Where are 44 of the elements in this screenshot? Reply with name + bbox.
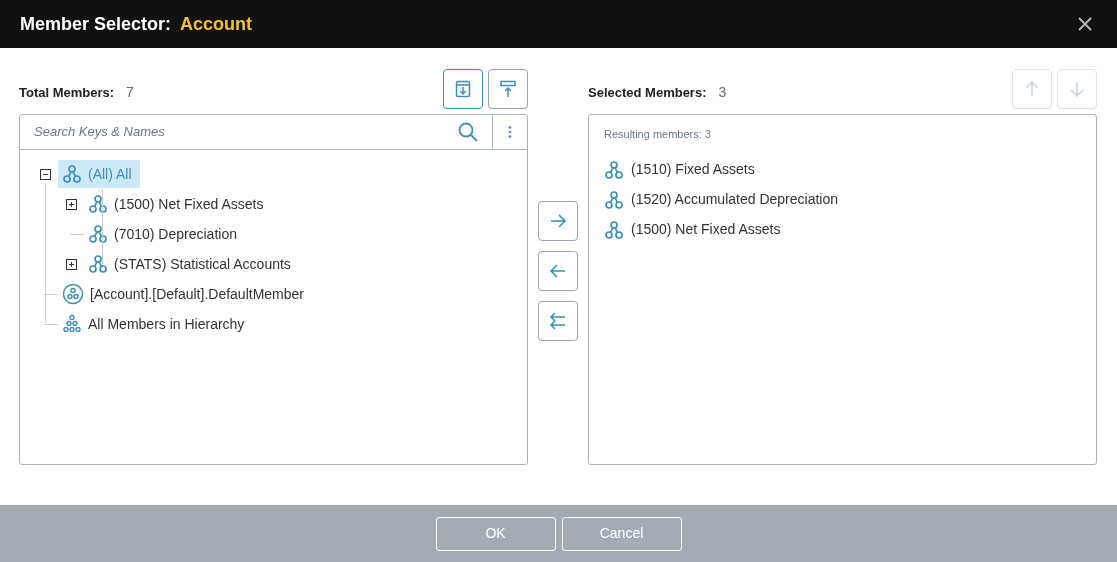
hierarchy-icon (88, 254, 108, 274)
search-input[interactable]: Search Keys & Names (34, 122, 458, 142)
tree-item[interactable]: All Members in Hierarchy (58, 310, 253, 338)
hierarchy-icon (88, 224, 108, 244)
selected-member[interactable]: (1510) Fixed Assets (604, 154, 1081, 185)
expand-toggle[interactable] (65, 258, 77, 270)
vertical-dots-icon (508, 126, 512, 138)
selected-member[interactable]: (1500) Net Fixed Assets (604, 214, 1081, 245)
collapse-toggle[interactable] (39, 168, 51, 180)
arrow-left-icon (549, 262, 567, 280)
download-icon (454, 80, 472, 98)
remove-button[interactable] (538, 251, 578, 291)
resulting-count: Resulting members: 3 (604, 127, 712, 142)
expand-button[interactable] (443, 69, 483, 109)
add-button[interactable] (538, 201, 578, 241)
double-arrow-left-icon (549, 312, 567, 330)
arrow-right-icon (549, 212, 567, 230)
remove-all-button[interactable] (538, 301, 578, 341)
close-icon (1077, 16, 1093, 32)
circled-hierarchy-icon (62, 283, 84, 305)
hierarchy-icon (604, 159, 624, 180)
panel-label: Total Members: (19, 83, 115, 102)
tree-item[interactable]: (STATS) Statistical Accounts (84, 250, 299, 278)
selected-member[interactable]: (1520) Accumulated Depreciation (604, 184, 1081, 215)
panel-label: Selected Members: (588, 83, 707, 102)
arrow-up-icon (1024, 81, 1040, 97)
upload-icon (499, 80, 517, 98)
hierarchy-icon (88, 194, 108, 214)
hierarchy-icon (604, 189, 624, 210)
collapse-button[interactable] (488, 69, 528, 109)
window-title: Member Selector: (20, 12, 172, 36)
dimension-name: Account (180, 12, 253, 36)
pyramid-icon (62, 314, 82, 334)
member-count: 7 (126, 83, 134, 102)
member-count: 3 (718, 83, 727, 102)
tree-item[interactable]: (7010) Depreciation (84, 220, 245, 248)
search-icon (458, 122, 478, 142)
tree-item[interactable]: (1500) Net Fixed Assets (84, 190, 272, 218)
expand-toggle[interactable] (65, 198, 77, 210)
arrow-down-icon (1069, 81, 1085, 97)
hierarchy-icon (62, 164, 82, 184)
hierarchy-icon (604, 219, 624, 240)
tree-item[interactable]: [Account].[Default].DefaultMember (58, 280, 312, 308)
search-field[interactable]: Search Keys & Names (20, 115, 492, 149)
